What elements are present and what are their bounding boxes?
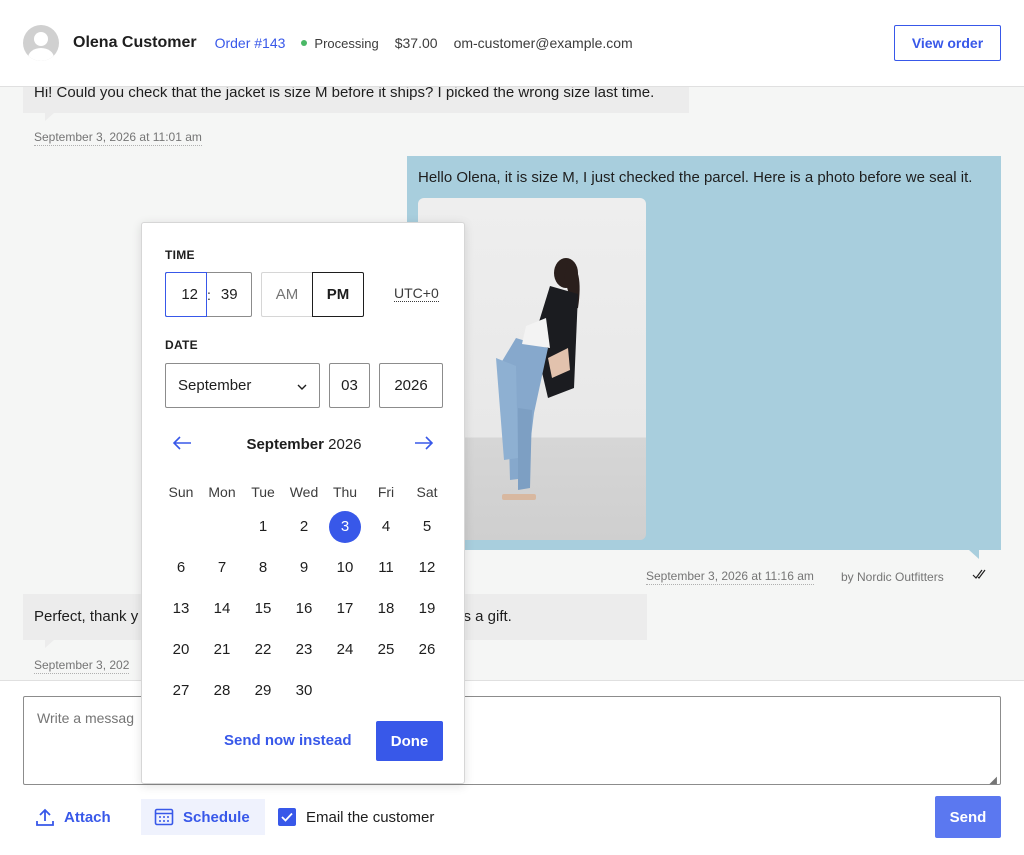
calendar-day[interactable]: 1: [247, 511, 279, 543]
calendar-day[interactable]: 22: [247, 634, 279, 666]
conversation-header: Olena Customer Order #143 Processing $37…: [0, 0, 1024, 87]
calendar-day[interactable]: 7: [206, 552, 238, 584]
year-input[interactable]: 2026: [379, 363, 443, 408]
calendar-day[interactable]: 9: [288, 552, 320, 584]
am-pm-toggle: AM PM: [261, 272, 364, 317]
calendar-day[interactable]: 17: [329, 593, 361, 625]
weekday-sat: Sat: [416, 484, 438, 500]
time-label: TIME: [165, 248, 195, 262]
calendar-day[interactable]: 4: [370, 511, 402, 543]
schedule-button[interactable]: Schedule: [141, 799, 265, 835]
calendar-day[interactable]: 8: [247, 552, 279, 584]
month-value: September: [178, 377, 252, 394]
calendar-day[interactable]: 16: [288, 593, 320, 625]
minute-input[interactable]: 39: [214, 286, 238, 303]
date-label: DATE: [165, 338, 198, 352]
upload-icon: [35, 807, 55, 827]
customer-avatar: [23, 25, 59, 61]
calendar-day[interactable]: 29: [247, 675, 279, 707]
weekday-wed: Wed: [289, 484, 319, 500]
calendar-day[interactable]: 30: [288, 675, 320, 707]
calendar-day[interactable]: 5: [411, 511, 443, 543]
calendar-day[interactable]: 14: [206, 593, 238, 625]
month-select[interactable]: September: [165, 363, 320, 408]
schedule-label: Schedule: [183, 808, 250, 826]
calendar-day[interactable]: 10: [329, 552, 361, 584]
status-dot-icon: [301, 40, 308, 46]
send-now-instead-button[interactable]: Send now instead: [224, 732, 352, 749]
calendar-day[interactable]: 15: [247, 593, 279, 625]
calendar-day[interactable]: 21: [206, 634, 238, 666]
calendar-day[interactable]: 12: [411, 552, 443, 584]
email-customer-checkbox[interactable]: Email the customer: [278, 808, 434, 826]
am-button[interactable]: AM: [261, 272, 312, 317]
order-status: Processing: [314, 35, 379, 51]
weekday-thu: Thu: [332, 484, 358, 500]
calendar-day[interactable]: 18: [370, 593, 402, 625]
calendar-day[interactable]: 11: [370, 552, 402, 584]
time-input: 12 : 39: [165, 271, 252, 317]
calendar-day[interactable]: 3: [329, 511, 361, 543]
calendar-day[interactable]: 19: [411, 593, 443, 625]
order-amount: $37.00: [394, 35, 438, 51]
weekday-tue: Tue: [251, 484, 275, 500]
weekday-mon: Mon: [208, 484, 236, 500]
timezone-label[interactable]: UTC+0: [394, 286, 439, 302]
message-timestamp: September 3, 2026 at 11:16 am: [646, 569, 814, 585]
message-text: Perfect, thank y: [34, 608, 139, 625]
calendar-icon: [154, 807, 174, 827]
pm-button[interactable]: PM: [312, 272, 364, 317]
calendar-day[interactable]: 25: [370, 634, 402, 666]
attach-button[interactable]: Attach: [35, 799, 111, 835]
calendar-day[interactable]: 20: [165, 634, 197, 666]
double-check-icon: [972, 568, 988, 583]
weekday-sun: Sun: [168, 484, 194, 500]
weekday-fri: Fri: [377, 484, 395, 500]
calendar-day[interactable]: 13: [165, 593, 197, 625]
message-text: Hello Olena, it is size M, I just checke…: [418, 169, 973, 186]
next-month-arrow-icon[interactable]: [414, 435, 434, 454]
calendar-day[interactable]: 2: [288, 511, 320, 543]
send-button[interactable]: Send: [935, 796, 1001, 838]
calendar-day[interactable]: 26: [411, 634, 443, 666]
chevron-down-icon: [297, 377, 307, 394]
calendar-day[interactable]: 27: [165, 675, 197, 707]
checkmark-icon[interactable]: [278, 808, 296, 826]
customer-message: Hi! Could you check that the jacket is s…: [23, 87, 689, 121]
customer-email: om-customer@example.com: [453, 35, 633, 51]
attach-label: Attach: [64, 808, 111, 826]
customer-name: Olena Customer: [73, 34, 197, 51]
done-button[interactable]: Done: [376, 721, 443, 761]
calendar-day[interactable]: 28: [206, 675, 238, 707]
order-link[interactable]: Order #143: [215, 35, 286, 51]
schedule-datepicker: TIME 12 : 39 AM PM UTC+0 DATE September …: [141, 222, 465, 784]
calendar-day[interactable]: 6: [165, 552, 197, 584]
email-customer-label: Email the customer: [306, 808, 435, 826]
resize-handle-icon[interactable]: ◢: [989, 775, 997, 786]
message-timestamp: September 3, 2026 at 11:01 am: [34, 130, 202, 146]
message-text: Hi! Could you check that the jacket is s…: [34, 87, 655, 101]
agent-message: Hello Olena, it is size M, I just checke…: [407, 156, 1001, 559]
view-order-button[interactable]: View order: [894, 25, 1001, 61]
calendar-day[interactable]: 23: [288, 634, 320, 666]
day-input[interactable]: 03: [329, 363, 370, 408]
message-author: by Nordic Outfitters: [841, 570, 944, 584]
calendar-day[interactable]: 24: [329, 634, 361, 666]
message-timestamp: September 3, 202: [34, 658, 130, 674]
hour-input[interactable]: 12: [165, 271, 207, 317]
